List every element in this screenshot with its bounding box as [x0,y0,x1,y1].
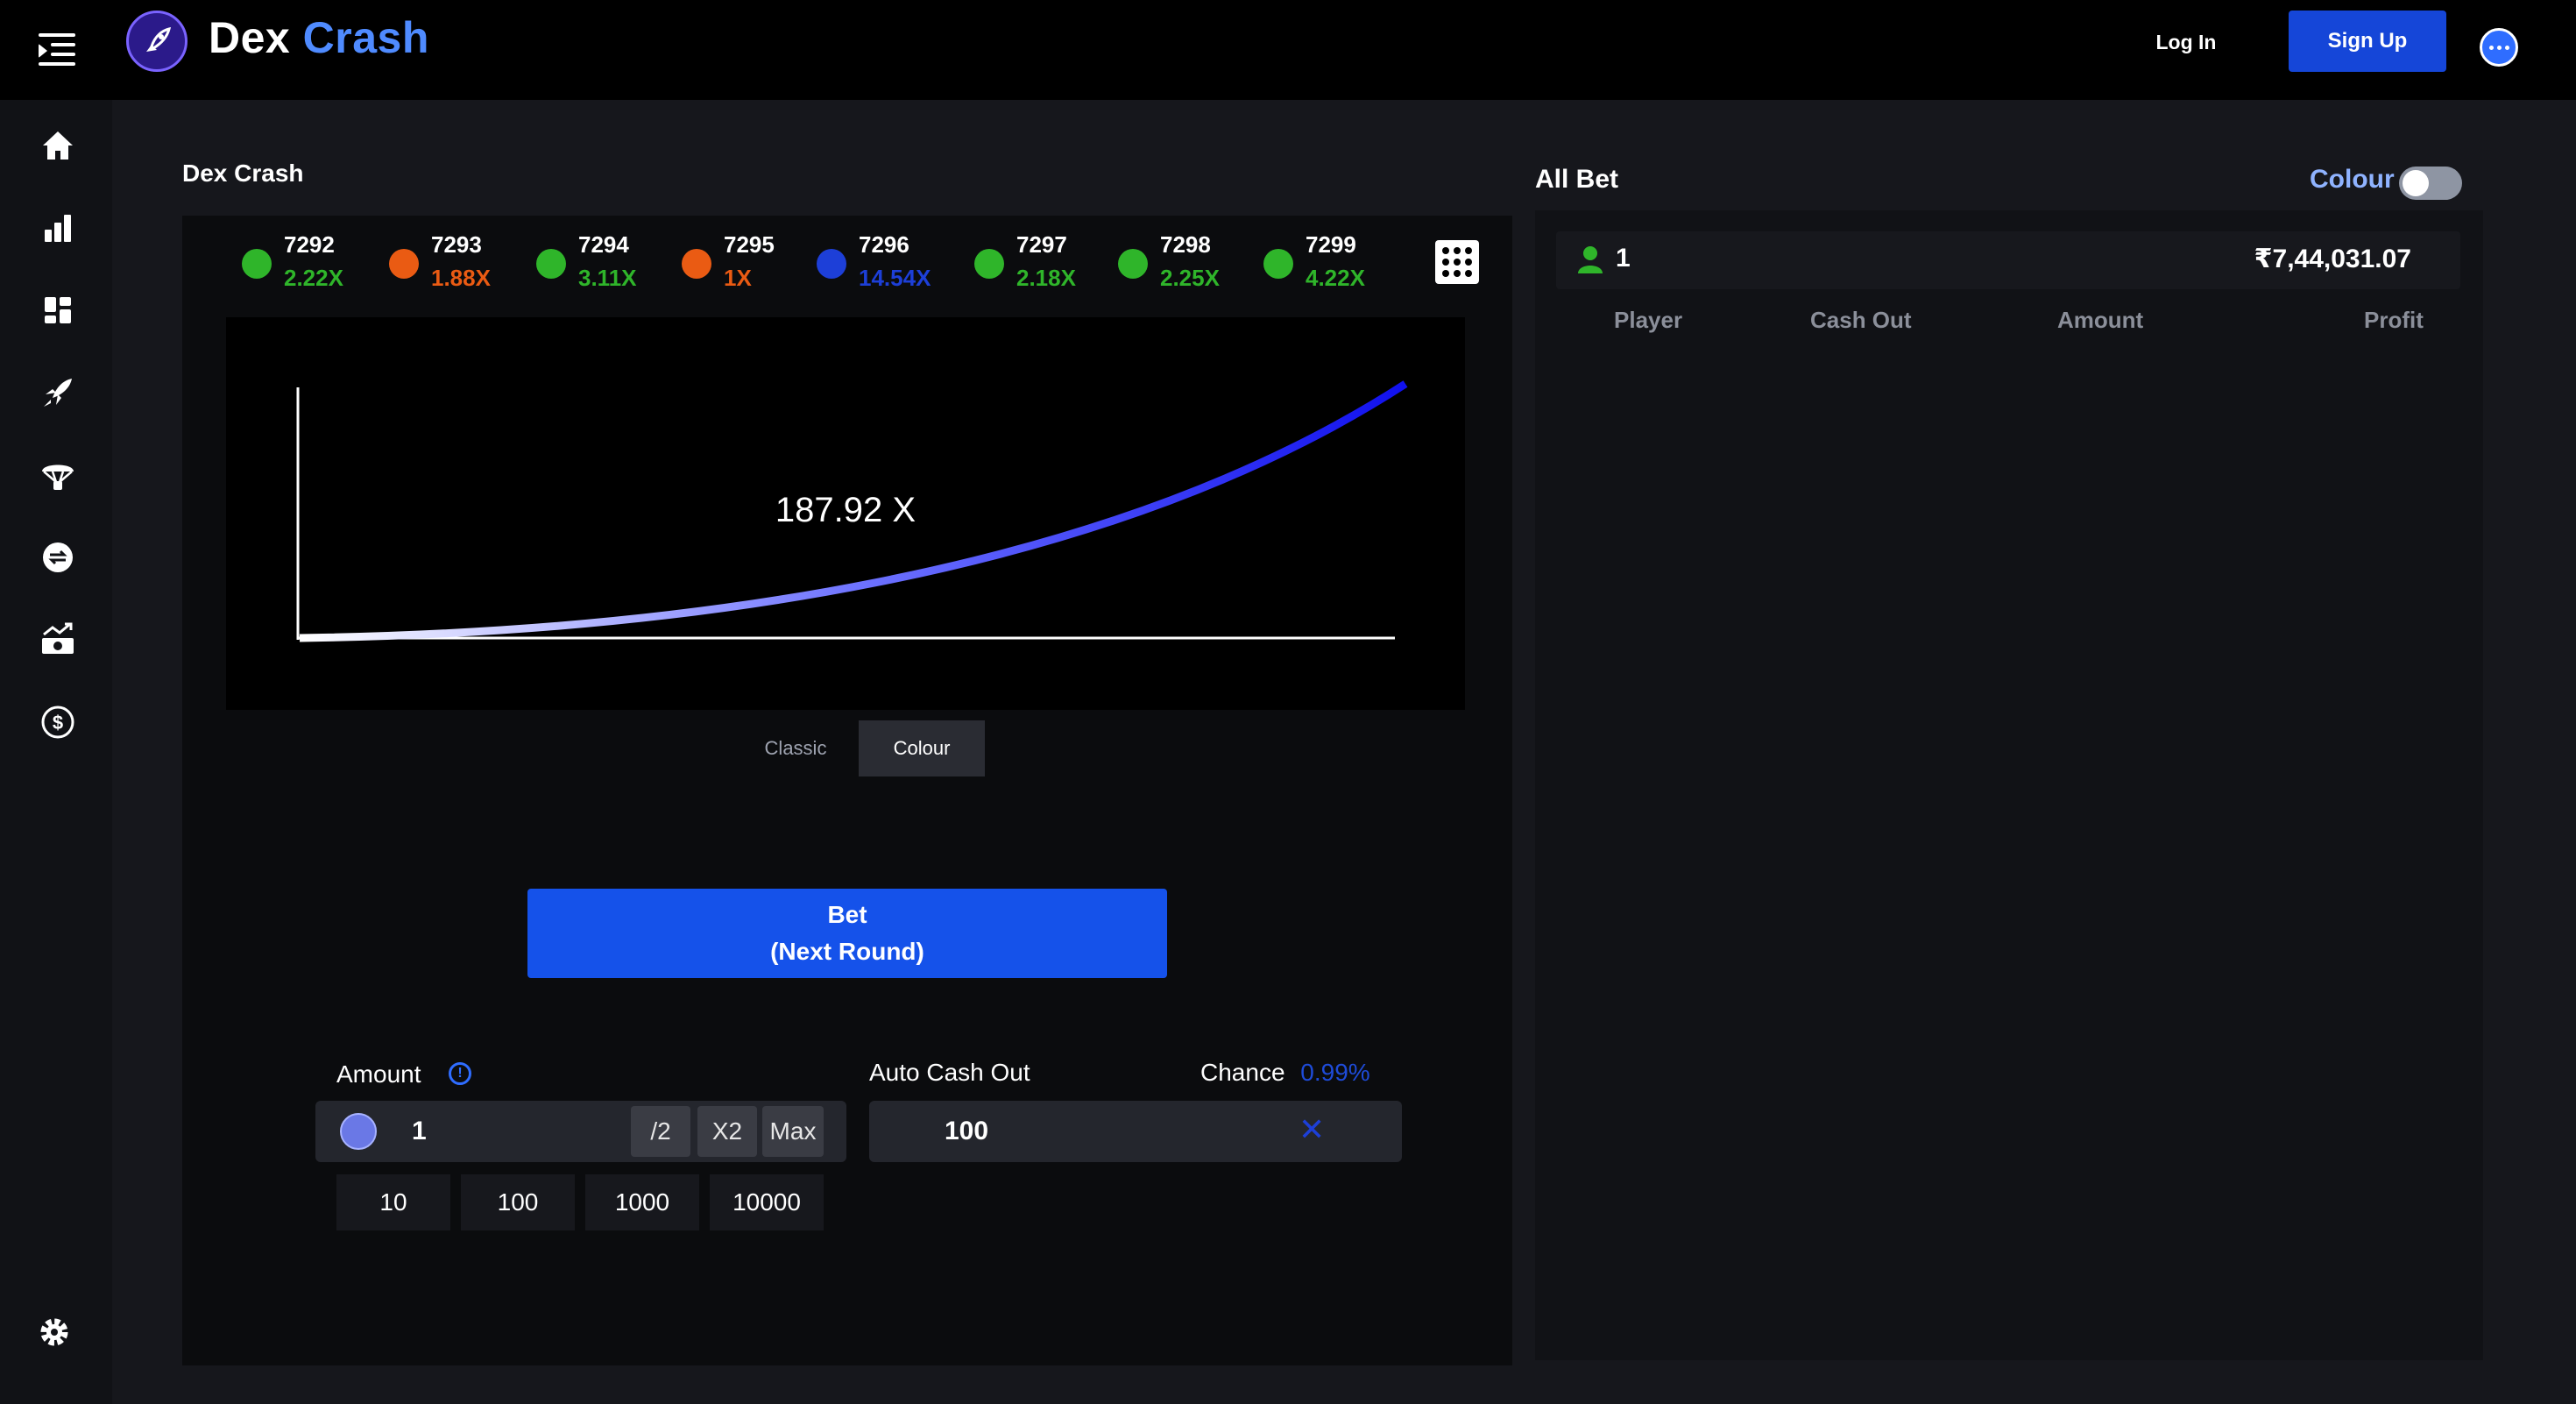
quick-amount-button[interactable]: 10 [336,1174,450,1230]
auto-cashout-field[interactable]: 100 ✕ [869,1101,1402,1162]
top-bar: Dex Crash Log In Sign Up [0,0,2576,100]
quick-amount-button[interactable]: 1000 [585,1174,699,1230]
mode-switch: Classic Colour [732,720,985,776]
clear-icon[interactable]: ✕ [1299,1111,1325,1148]
round-id: 7296 [859,231,909,258]
round-multiplier: 2.18X [1016,265,1076,291]
svg-text:$: $ [53,712,63,734]
amount-input[interactable]: 1 [412,1117,427,1146]
auto-cashout-input[interactable]: 100 [945,1117,988,1146]
status-dot-icon [682,249,711,279]
quick-amount-button[interactable]: 10000 [710,1174,824,1230]
round-multiplier: 1X [724,265,752,291]
player-count: 1 [1616,244,1631,273]
grid-icon[interactable] [39,291,77,330]
colour-toggle[interactable] [2399,167,2462,200]
gear-icon[interactable] [37,1315,75,1353]
info-icon[interactable]: ! [449,1062,471,1085]
status-dot-icon [974,249,1004,279]
auto-cashout-label: Auto Cash Out [869,1059,1030,1086]
sidebar: $ [0,100,112,1404]
chance-value: 0.99% [1300,1059,1370,1086]
brand-part1: Dex [209,13,291,62]
money-icon[interactable] [39,620,77,659]
dollar-icon[interactable]: $ [39,703,77,741]
half-button[interactable]: /2 [631,1106,690,1157]
allbet-panel [1535,210,2483,1360]
rocket-icon[interactable] [39,373,77,412]
round-id: 7292 [284,231,335,258]
bet-sublabel: (Next Round) [770,938,924,965]
round-id: 7297 [1016,231,1067,258]
coin-icon [340,1113,377,1150]
status-dot-icon [389,249,419,279]
round-multiplier: 2.22X [284,265,343,291]
round-multiplier: 14.54X [859,265,931,291]
brand-name[interactable]: Dex Crash [209,12,429,63]
mode-classic-tab[interactable]: Classic [732,720,859,776]
chance-label: Chance 0.99% [1200,1059,1370,1087]
bet-button[interactable]: Bet (Next Round) [527,889,1167,978]
history-strip: 7292 2.22X 7293 1.88X 7294 3.11X 7295 1X 7296 14.… [242,230,1468,300]
allbet-summary: 1 ₹7,44,031.07 [1556,231,2460,289]
status-dot-icon [1118,249,1148,279]
status-dot-icon [1263,249,1293,279]
allbet-title: All Bet [1535,165,1619,194]
amount-field[interactable]: 1 /2 X2 Max [315,1101,846,1162]
round-id: 7295 [724,231,775,258]
round-id: 7293 [431,231,482,258]
colour-toggle-label: Colour [2310,165,2395,194]
round-id: 7299 [1306,231,1356,258]
col-cashout: Cash Out [1810,307,1912,333]
bet-label: Bet [827,901,867,928]
brand-part2: Crash [302,13,429,62]
col-amount: Amount [2057,307,2144,333]
round-multiplier: 3.11X [578,265,637,291]
crash-chart: 187.92 X [226,317,1465,710]
double-button[interactable]: X2 [697,1106,757,1157]
menu-icon[interactable] [39,33,75,67]
round-multiplier: 4.22X [1306,265,1365,291]
swap-icon[interactable] [39,538,77,577]
signup-button[interactable]: Sign Up [2289,11,2446,72]
quick-amount-button[interactable]: 100 [461,1174,575,1230]
total-amount: ₹7,44,031.07 [2254,245,2411,273]
col-player: Player [1614,307,1683,333]
status-dot-icon [817,249,846,279]
game-title: Dex Crash [182,160,304,187]
round-multiplier: 1.88X [431,265,491,291]
chat-icon[interactable] [2480,28,2518,67]
round-id: 7298 [1160,231,1211,258]
status-dot-icon [536,249,566,279]
user-icon [1578,246,1603,273]
parachute-icon[interactable] [39,456,77,494]
amount-label: Amount [336,1060,421,1088]
login-button[interactable]: Log In [2138,25,2234,60]
current-multiplier: 187.92 X [775,491,916,529]
round-multiplier: 2.25X [1160,265,1220,291]
bar-chart-icon[interactable] [39,209,77,247]
mode-colour-tab[interactable]: Colour [859,720,985,776]
max-button[interactable]: Max [762,1106,824,1157]
round-id: 7294 [578,231,629,258]
col-profit: Profit [2364,307,2424,333]
rocket-logo[interactable] [126,11,188,72]
home-icon[interactable] [39,126,77,165]
chance-text: Chance [1200,1059,1285,1086]
status-dot-icon [242,249,272,279]
history-grid-icon[interactable] [1435,240,1479,284]
